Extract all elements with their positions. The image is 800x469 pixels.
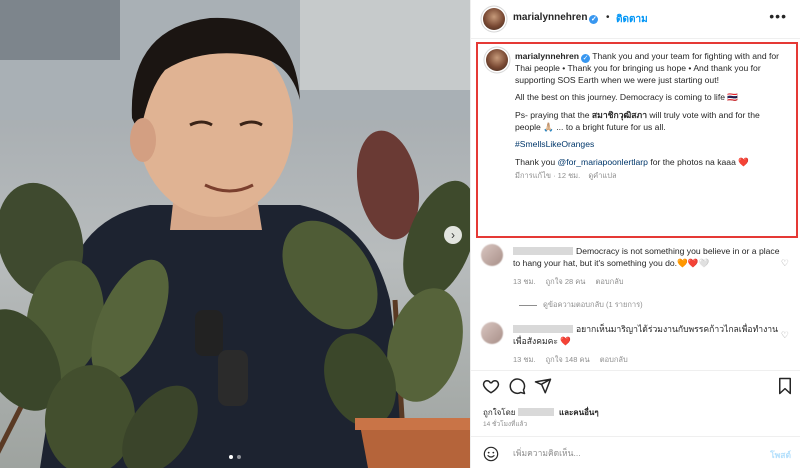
bookmark-icon[interactable]: [777, 377, 793, 395]
caption-paragraph-5-pre: Thank you: [515, 156, 558, 167]
caption-paragraph-5-post: for the photos na kaaa ❤️: [647, 156, 749, 167]
hashtag-link[interactable]: #SmellsLikeOranges: [515, 139, 594, 149]
comment-likes[interactable]: ถูกใจ 28 คน: [546, 277, 586, 286]
commenter-avatar[interactable]: [481, 244, 503, 266]
share-icon[interactable]: [534, 377, 552, 395]
likes-summary[interactable]: ถูกใจโดย และคนอื่นๆ: [483, 406, 599, 419]
caption-author-avatar[interactable]: [486, 49, 508, 71]
reply-button[interactable]: ตอบกลับ: [596, 277, 624, 286]
post-comment-button[interactable]: โพสต์: [770, 448, 791, 462]
caption-body: marialynnehren ✓ Thank you and your team …: [515, 51, 787, 182]
add-comment-bar: โพสต์: [471, 436, 800, 469]
caption-paragraph-2: All the best on this journey. Democracy …: [515, 92, 739, 103]
caption-meta: มีการแก้ไข · 12 ชม. ดูคำแปล: [515, 170, 787, 182]
separator-dot: •: [606, 12, 610, 23]
carousel-next-button[interactable]: ›: [444, 226, 462, 244]
post-timestamp: 14 ชั่วโมงที่แล้ว: [483, 421, 528, 428]
divider-line: [519, 304, 537, 306]
comment-meta: 13 ชม. ถูกใจ 28 คน ตอบกลับ: [513, 276, 632, 288]
view-replies-label: ดูข้อความตอบกลับ (1 รายการ): [543, 300, 643, 309]
heart-icon[interactable]: [482, 377, 500, 395]
commenter-avatar[interactable]: [481, 322, 503, 344]
caption-edited-time: มีการแก้ไข · 12 ชม.: [515, 171, 581, 181]
mention-link[interactable]: @for_mariapoonlertlarp: [558, 157, 648, 167]
reply-button[interactable]: ตอบกลับ: [600, 355, 628, 364]
author-username-container[interactable]: marialynnehren ✓: [513, 12, 599, 24]
carousel-indicator: [229, 455, 241, 459]
comment-likes[interactable]: ถูกใจ 148 คน: [546, 355, 590, 364]
comment-like-heart-icon[interactable]: ♡: [781, 330, 789, 341]
caption-paragraph-3-bold: สมาชิกวุฒิสภา: [591, 110, 648, 121]
comment-body: Democracy is not something you believe i…: [513, 246, 785, 269]
more-options-icon[interactable]: •••: [769, 8, 787, 24]
photo-illustration: [0, 0, 470, 468]
verified-badge-icon: ✓: [581, 54, 590, 64]
author-username[interactable]: marialynnehren: [513, 12, 587, 23]
post-side-panel: marialynnehren ✓ • ติดตาม ••• marialynneh…: [470, 0, 800, 468]
comment-time: 13 ชม.: [513, 277, 536, 286]
comment-icon[interactable]: [508, 377, 526, 395]
view-replies-button[interactable]: ดูข้อความตอบกลับ (1 รายการ): [519, 299, 643, 311]
redacted-username: [513, 247, 573, 255]
comment-body: อยากเห็นมาริญาได้ร่วมงานกับพรรคก้าวไกลเพ…: [513, 324, 785, 347]
post-header: marialynnehren ✓ • ติดตาม •••: [471, 0, 800, 39]
caption-paragraph-3-pre: Ps- praying that the: [515, 110, 592, 121]
caption-highlight-box: marialynnehren ✓ Thank you and your team …: [476, 42, 798, 238]
carousel-dot: [237, 455, 241, 459]
redacted-liker: [517, 408, 554, 416]
verified-badge-icon: ✓: [589, 14, 599, 24]
emoji-icon[interactable]: [483, 446, 499, 462]
likes-suffix: และคนอื่นๆ: [558, 408, 599, 417]
add-comment-input[interactable]: [511, 444, 755, 462]
carousel-dot-active: [229, 455, 233, 459]
comment-like-heart-icon[interactable]: ♡: [781, 258, 789, 269]
post-photo[interactable]: ›: [0, 0, 470, 468]
comment-meta: 13 ชม. ถูกใจ 148 คน ตอบกลับ: [513, 354, 636, 366]
author-avatar[interactable]: [483, 8, 505, 30]
see-translation-link[interactable]: ดูคำแปล: [588, 171, 616, 180]
comment-time: 13 ชม.: [513, 355, 536, 364]
follow-button[interactable]: ติดตาม: [616, 12, 648, 27]
caption-username[interactable]: marialynnehren: [515, 51, 579, 61]
likes-prefix: ถูกใจโดย: [483, 408, 516, 417]
action-bar: [471, 370, 800, 401]
redacted-username: [513, 325, 573, 333]
chevron-right-icon: ›: [451, 228, 455, 242]
